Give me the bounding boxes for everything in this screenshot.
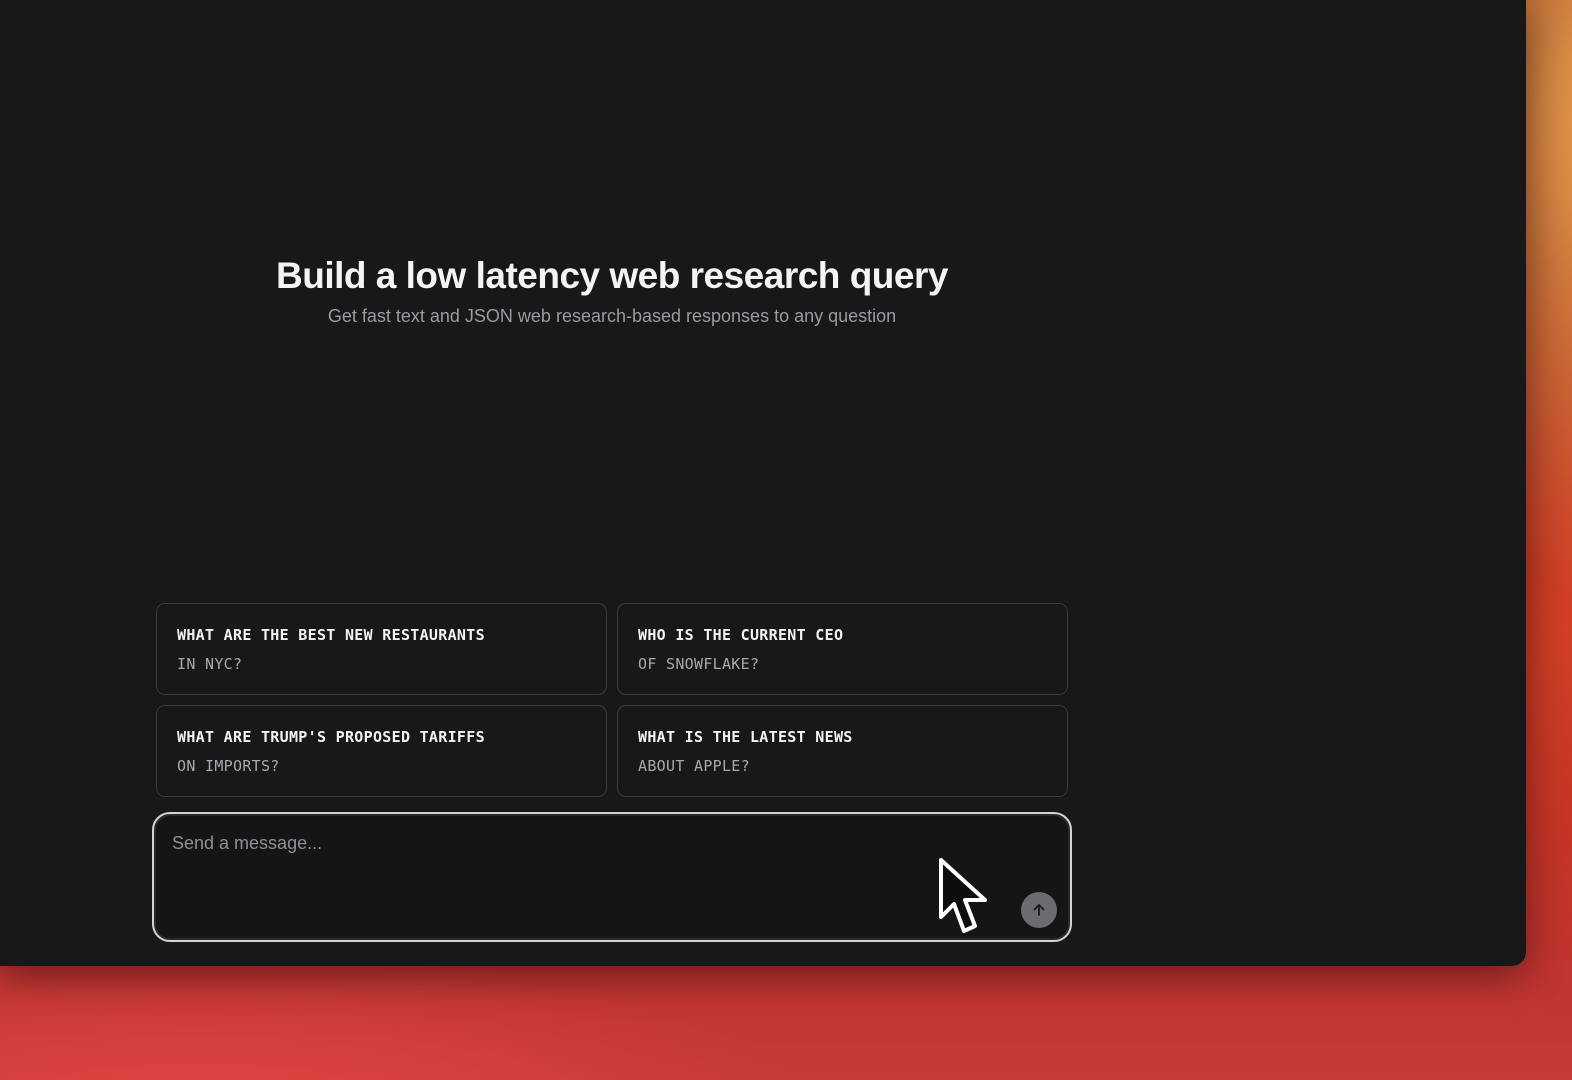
suggestion-card-tariffs[interactable]: WHAT ARE TRUMP'S PROPOSED TARIFFS ON IMP… xyxy=(156,705,607,797)
message-input[interactable] xyxy=(172,830,952,890)
suggestion-line-2: OF SNOWFLAKE? xyxy=(638,655,760,673)
suggestion-card-snowflake-ceo[interactable]: WHO IS THE CURRENT CEO OF SNOWFLAKE? xyxy=(617,603,1068,695)
suggestion-line-1: WHAT IS THE LATEST NEWS xyxy=(638,728,853,746)
suggestion-line-2: IN NYC? xyxy=(177,655,243,673)
suggestion-line-2: ON IMPORTS? xyxy=(177,757,280,775)
message-composer xyxy=(152,812,1072,942)
suggestion-line-1: WHO IS THE CURRENT CEO xyxy=(638,626,844,644)
send-button[interactable] xyxy=(1021,892,1057,928)
suggestion-card-apple-news[interactable]: WHAT IS THE LATEST NEWS ABOUT APPLE? xyxy=(617,705,1068,797)
arrow-up-icon xyxy=(1031,902,1047,918)
hero-section: Build a low latency web research query G… xyxy=(160,252,1064,328)
app-window: Build a low latency web research query G… xyxy=(0,0,1526,966)
suggestion-card-restaurants[interactable]: WHAT ARE THE BEST NEW RESTAURANTS IN NYC… xyxy=(156,603,607,695)
suggestion-line-1: WHAT ARE THE BEST NEW RESTAURANTS xyxy=(177,626,485,644)
suggestion-line-1: WHAT ARE TRUMP'S PROPOSED TARIFFS xyxy=(177,728,485,746)
page-title: Build a low latency web research query xyxy=(276,255,948,296)
suggestion-grid: WHAT ARE THE BEST NEW RESTAURANTS IN NYC… xyxy=(156,603,1068,797)
suggestion-line-2: ABOUT APPLE? xyxy=(638,757,750,775)
page-subtitle: Get fast text and JSON web research-base… xyxy=(327,306,897,326)
